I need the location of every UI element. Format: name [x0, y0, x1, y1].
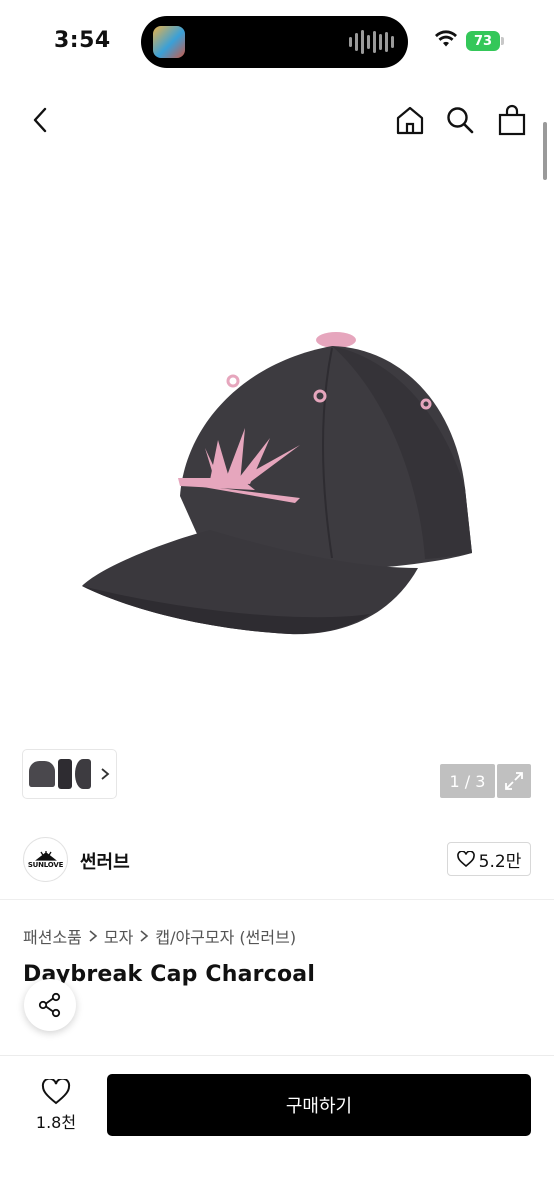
- bottom-action-bar: 1.8천 구매하기: [0, 1055, 554, 1200]
- expand-icon: [505, 772, 523, 790]
- brand-logo[interactable]: SUNLOVE: [23, 837, 68, 882]
- brand-name[interactable]: 썬러브: [80, 848, 130, 874]
- page-counter: 1 / 3: [440, 764, 495, 798]
- battery-nub: [501, 37, 504, 45]
- brand-like-count: 5.2만: [478, 851, 522, 872]
- thumbnail-3[interactable]: [75, 759, 91, 789]
- brand-row: SUNLOVE 썬러브 5.2만: [0, 820, 554, 900]
- share-button[interactable]: [24, 979, 76, 1031]
- brand-logo-text: SUNLOVE: [27, 860, 64, 869]
- search-button[interactable]: [440, 100, 480, 140]
- breadcrumb: 패션소품 모자 캡/야구모자 (썬러브): [23, 924, 296, 948]
- breadcrumb-item[interactable]: 패션소품: [23, 924, 82, 948]
- expand-button[interactable]: [497, 764, 531, 798]
- chevron-right-icon: [101, 768, 110, 780]
- wishlist-count: 1.8천: [35, 1113, 77, 1132]
- product-title: Daybreak Cap Charcoal: [23, 962, 316, 987]
- battery-level: 73: [466, 31, 500, 51]
- breadcrumb-item[interactable]: 캡/야구모자 (썬러브): [155, 924, 296, 948]
- sunburst-icon: [34, 850, 57, 861]
- wishlist-button[interactable]: 1.8천: [22, 1076, 90, 1136]
- search-icon: [447, 107, 474, 134]
- dynamic-island: [141, 16, 408, 68]
- heart-icon: [456, 851, 475, 867]
- buy-button[interactable]: 구매하기: [107, 1074, 531, 1136]
- status-bar: 3:54 73: [0, 0, 554, 80]
- chevron-right-icon: [89, 930, 98, 942]
- home-icon: [396, 106, 424, 135]
- breadcrumb-item[interactable]: 모자: [104, 924, 133, 948]
- cap-image: [82, 332, 472, 635]
- home-button[interactable]: [390, 100, 430, 140]
- shopping-bag-icon: [498, 104, 526, 136]
- shopping-bag-button[interactable]: [492, 100, 532, 140]
- thumbnail-1[interactable]: [29, 761, 55, 787]
- audio-wave-icon: [349, 29, 394, 55]
- thumbnail-2[interactable]: [58, 759, 72, 789]
- wifi-icon: [434, 30, 458, 52]
- back-button[interactable]: [22, 100, 58, 140]
- now-playing-artwork: [153, 26, 185, 58]
- chevron-left-icon: [33, 107, 47, 133]
- scrollbar[interactable]: [543, 122, 547, 180]
- share-icon: [38, 992, 61, 1018]
- brand-like-button[interactable]: 5.2만: [447, 842, 531, 876]
- thumbnail-strip[interactable]: [23, 750, 116, 798]
- top-navigation: [0, 80, 554, 160]
- status-time: 3:54: [54, 28, 111, 53]
- chevron-right-icon: [140, 930, 149, 942]
- heart-icon: [41, 1079, 71, 1105]
